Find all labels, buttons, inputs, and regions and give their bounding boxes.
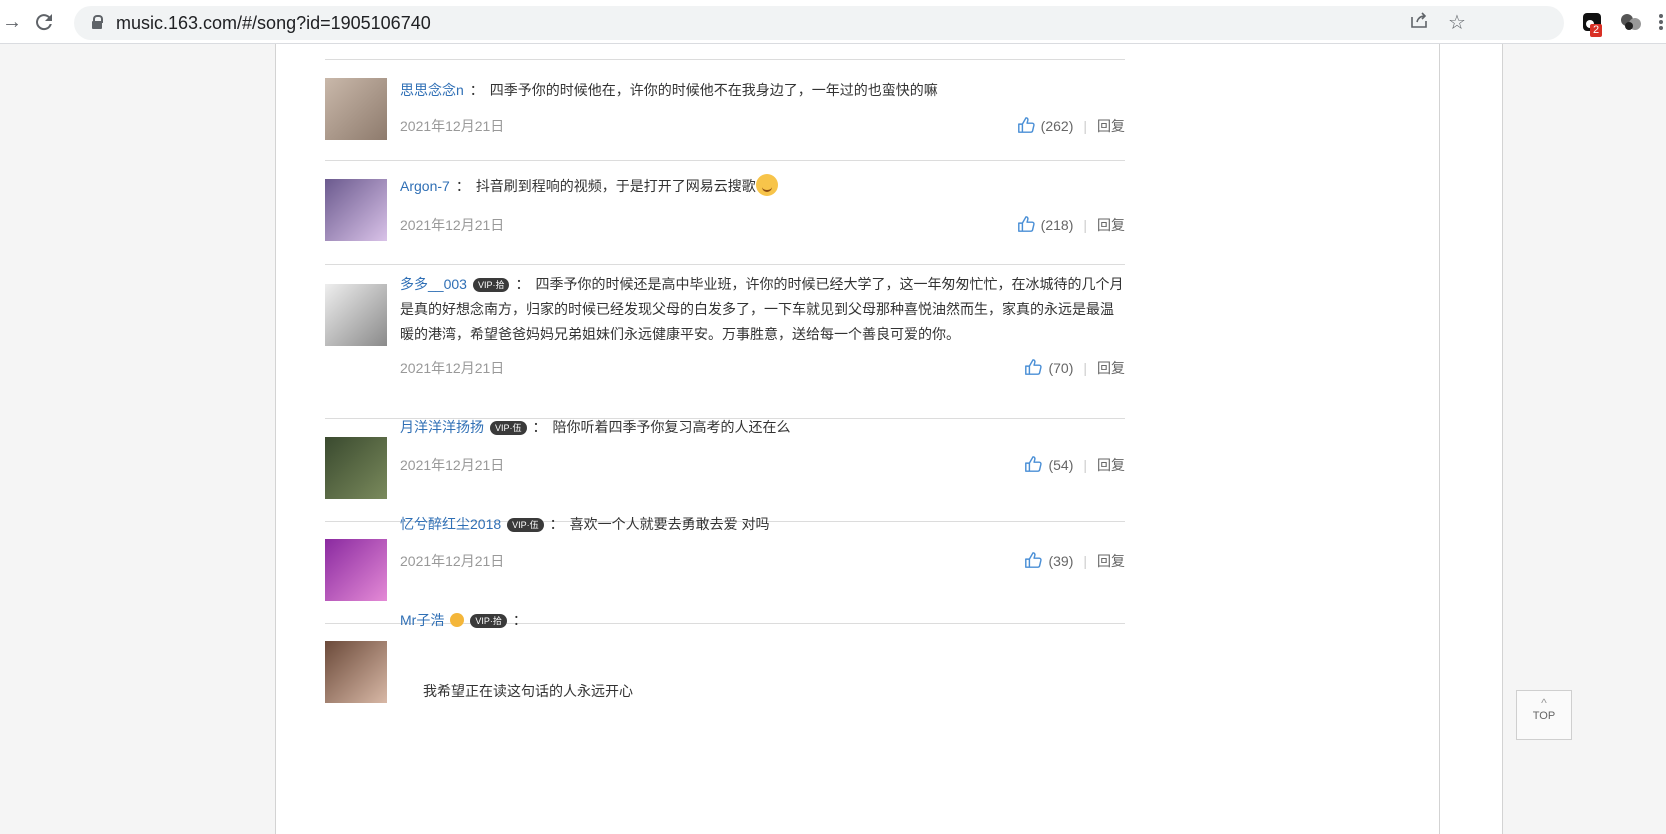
share-icon[interactable] [1406,10,1432,36]
menu-icon[interactable] [1656,12,1666,32]
bookmark-star-icon[interactable]: ☆ [1444,10,1470,36]
comment-actions: (262) | 回复 [1017,116,1125,136]
vip-badge: VIP·拾 [470,614,507,628]
avatar[interactable] [325,641,387,703]
colon-separator: ： [469,82,484,98]
like-button[interactable]: (54) [1024,456,1074,473]
avatar[interactable] [325,437,387,499]
action-divider: | [1083,118,1087,134]
action-divider: | [1083,553,1087,569]
comment-text: 抖音刷到程响的视频，于是打开了网易云搜歌 [475,178,756,194]
avatar[interactable] [325,284,387,346]
comment-content: 多多__003 VIP·拾：四季予你的时候还是高中毕业班，许你的时候已经大学了，这… [400,272,1125,347]
vip-badge: VIP·拾 [472,278,510,292]
reply-button[interactable]: 回复 [1097,457,1125,473]
reply-button[interactable]: 回复 [1097,360,1125,376]
address-bar[interactable]: music.163.com/#/song?id=1905106740 ☆ [74,6,1564,40]
like-button[interactable]: (70) [1024,359,1074,376]
sidebar-divider [1439,44,1440,834]
like-button[interactable]: (262) [1017,117,1074,134]
comment-separator [325,160,1125,161]
comment-username[interactable]: Argon-7 [400,178,450,194]
musician-badge-icon [450,613,465,627]
action-divider: | [1083,457,1087,473]
comment-content: Argon-7 ： 抖音刷到程响的视频，于是打开了网易云搜歌 [400,174,1125,199]
back-to-top-label: TOP [1532,710,1556,722]
url-text[interactable]: music.163.com/#/song?id=1905106740 [116,13,431,34]
comment-actions: (218) | 回复 [1017,215,1125,235]
comment-username[interactable]: 思思念念n [400,82,464,98]
comment-content: 思思念念n ： 四季予你的时候他在，许你的时候他不在我身边了，一年过的也蛮快的嘛 [400,78,1125,103]
comment-separator [325,264,1125,265]
colon-separator: ： [515,276,530,292]
comment-username[interactable]: Mr子浩 [400,612,444,628]
vip-badge: VIP·伍 [507,518,544,532]
comment-text: 喜欢一个人就要去勇敢去爱 对吗 [569,516,770,532]
like-count: (218) [1040,217,1074,233]
like-count: (54) [1048,457,1074,473]
like-count: (39) [1048,553,1074,569]
action-divider: | [1083,217,1087,233]
back-to-top-button[interactable]: ^ TOP [1516,690,1572,740]
reply-button[interactable]: 回复 [1097,118,1125,134]
comment-content: 忆兮醉红尘2018 VIP·伍 ： 喜欢一个人就要去勇敢去爱 对吗 [400,512,1125,537]
reload-icon[interactable] [32,10,56,34]
comment-text: 四季予你的时候他在，许你的时候他不在我身边了，一年过的也蛮快的嘛 [489,82,938,98]
comment-username[interactable]: 忆兮醉红尘2018 [400,516,501,532]
lock-icon [92,15,103,29]
like-button[interactable]: (39) [1024,552,1074,569]
comment-text: 陪你听着四季予你复习高考的人还在么 [552,419,791,435]
comment-actions: (54) | 回复 [1024,455,1125,475]
avatar[interactable] [325,78,387,140]
comment-body-text: 我希望正在读这句话的人永远开心 [423,683,633,699]
comment-date: 2021年12月21日 [400,360,505,376]
forward-icon[interactable]: → [0,10,24,34]
comment-separator [325,59,1125,60]
reply-button[interactable]: 回复 [1097,217,1125,233]
browser-toolbar: → music.163.com/#/song?id=1905106740 ☆ 2 [0,0,1666,44]
comment-actions: (39) | 回复 [1024,551,1125,571]
like-count: (70) [1048,360,1074,376]
comment-date: 2021年12月21日 [400,118,505,134]
smile-emoji-icon [755,174,778,196]
comment-content: Mr子浩 VIP·拾 ： [400,608,1125,633]
comment-username[interactable]: 月洋洋洋扬扬 [400,419,484,435]
vip-badge: VIP·伍 [490,421,527,435]
colon-separator: ： [512,612,527,628]
comment-username[interactable]: 多多__003 [400,276,467,292]
comment-date: 2021年12月21日 [400,217,505,233]
extension-balls-icon[interactable] [1620,12,1641,32]
colon-separator: ： [549,516,564,532]
comment-date: 2021年12月21日 [400,457,505,473]
avatar[interactable] [325,179,387,241]
colon-separator: ： [455,178,470,194]
caret-up-icon: ^ [1541,696,1547,710]
reply-button[interactable]: 回复 [1097,553,1125,569]
avatar[interactable] [325,539,387,601]
action-divider: | [1083,360,1087,376]
comment-content: 月洋洋洋扬扬 VIP·伍 ： 陪你听着四季予你复习高考的人还在么 [400,415,1125,440]
like-count: (262) [1040,118,1074,134]
comment-actions: (70) | 回复 [1024,358,1125,378]
like-button[interactable]: (218) [1017,216,1074,233]
colon-separator: ： [532,419,547,435]
extension-badge: 2 [1590,24,1603,37]
comment-date: 2021年12月21日 [400,553,505,569]
